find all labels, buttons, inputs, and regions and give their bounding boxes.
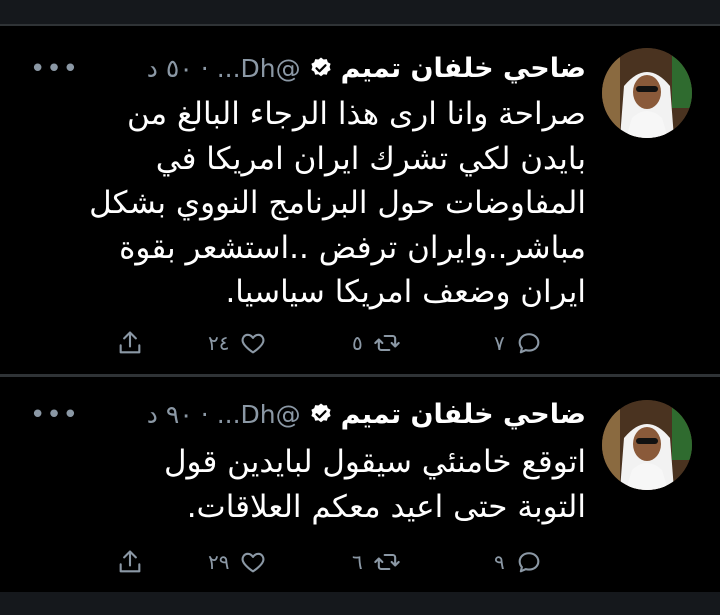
author-handle[interactable]: @Dh...: [217, 54, 301, 83]
tweet-line: المفاوضات حول البرنامج النووي بشكل: [89, 185, 586, 221]
tweet-actions: ٢٩ ٦ ٩: [0, 542, 720, 582]
retweet-icon: [374, 553, 400, 571]
bottom-strip: [0, 592, 720, 615]
tweet-line: صراحة وانا ارى هذا الرجاء البالغ من: [126, 96, 586, 132]
divider: [0, 374, 720, 377]
retweet-button[interactable]: ٥: [352, 323, 401, 363]
separator-dot: ·: [200, 53, 209, 83]
avatar[interactable]: [602, 48, 692, 138]
tweet-line: بايدن لكي تشرك ايران امريكا في: [155, 140, 586, 177]
tweet-text: اتوقع خامنئي سيقول لبايدين قول التوبة حت…: [26, 440, 586, 529]
tweet-header: ضاحي خلفان تميم @Dh... · ٩٠ د: [147, 394, 586, 434]
top-strip: [0, 0, 720, 24]
tweet-line: مباشر..وايران ترفض ..استشعر بقوة: [119, 229, 586, 266]
reply-count: ٧: [494, 331, 505, 355]
reply-icon: [518, 552, 540, 573]
tweet-text: صراحة وانا ارى هذا الرجاء البالغ من بايد…: [26, 92, 586, 315]
retweet-count: ٦: [352, 550, 363, 574]
reply-icon: [518, 333, 540, 354]
like-button[interactable]: ٢٩: [208, 542, 267, 582]
retweet-count: ٥: [352, 331, 363, 355]
share-icon: [119, 331, 141, 354]
like-count: ٢٩: [208, 550, 230, 574]
author-name[interactable]: ضاحي خلفان تميم: [341, 399, 586, 430]
tweet-header: ضاحي خلفان تميم @Dh... · ٥٠ د: [147, 48, 586, 88]
verified-icon: [309, 56, 333, 80]
tweet-actions: ٢٤ ٥ ٧: [0, 323, 720, 363]
timestamp[interactable]: ٥٠ د: [147, 54, 193, 83]
verified-icon: [309, 402, 333, 426]
share-button[interactable]: [116, 323, 144, 363]
like-button[interactable]: ٢٤: [208, 323, 267, 363]
reply-button[interactable]: ٧: [494, 323, 543, 363]
avatar[interactable]: [602, 400, 692, 490]
like-icon: [242, 552, 265, 573]
author-handle[interactable]: @Dh...: [217, 400, 301, 429]
author-name[interactable]: ضاحي خلفان تميم: [341, 53, 586, 84]
tweet-line: ايران وضعف امريكا سياسيا.: [225, 274, 586, 310]
divider: [0, 24, 720, 26]
like-icon: [242, 333, 265, 354]
share-button[interactable]: [116, 542, 144, 582]
retweet-button[interactable]: ٦: [352, 542, 401, 582]
retweet-icon: [374, 334, 400, 352]
like-count: ٢٤: [208, 331, 230, 355]
reply-count: ٩: [494, 550, 505, 574]
more-icon[interactable]: •••: [30, 54, 79, 84]
separator-dot: ·: [200, 399, 209, 429]
tweet-line: التوبة حتى اعيد معكم العلاقات.: [186, 488, 586, 525]
share-icon: [119, 550, 141, 573]
reply-button[interactable]: ٩: [494, 542, 543, 582]
tweet-line: اتوقع خامنئي سيقول لبايدين قول: [163, 444, 586, 480]
more-icon[interactable]: •••: [30, 400, 79, 430]
timestamp[interactable]: ٩٠ د: [147, 400, 193, 429]
